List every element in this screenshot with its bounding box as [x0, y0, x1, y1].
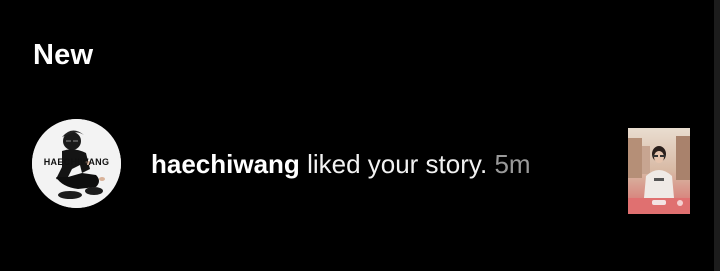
notification-text: haechiwang liked your story. 5m — [151, 148, 531, 180]
notification-message: liked your story. — [307, 149, 488, 179]
section-title: New — [33, 39, 94, 71]
story-photo — [628, 128, 690, 214]
avatar[interactable]: HAECHIWANG — [32, 119, 121, 208]
notification-username[interactable]: haechiwang — [151, 149, 300, 179]
scrollbar-track — [714, 0, 720, 271]
story-thumbnail[interactable] — [628, 128, 690, 214]
avatar-brand-text: HAECHIWANG — [43, 157, 110, 167]
notification-row[interactable]: HAECHIWANG haechiwang liked your story. … — [0, 112, 714, 218]
notification-time: 5m — [494, 149, 531, 179]
